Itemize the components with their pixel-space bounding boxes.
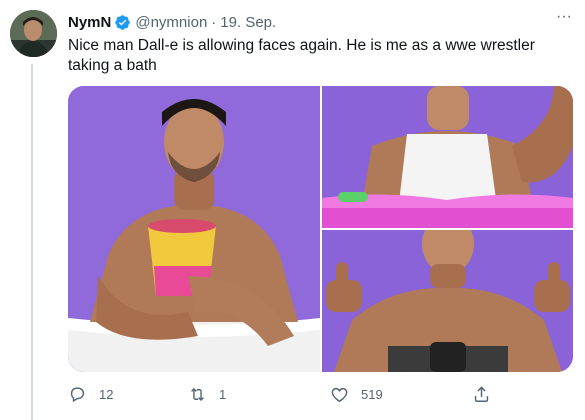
tweet-header: NymN @nymnion · 19. Sep.	[68, 12, 555, 32]
more-options-icon[interactable]: ···	[553, 9, 575, 28]
share-button[interactable]	[472, 382, 503, 406]
retweet-button[interactable]: 1	[188, 382, 226, 406]
share-icon	[474, 385, 489, 402]
retweet-icon	[191, 387, 204, 401]
tweet-actions: 12 1 519	[68, 382, 573, 406]
thread-line	[31, 64, 33, 420]
author-avatar[interactable]	[10, 10, 57, 57]
author-name[interactable]: NymN	[68, 14, 111, 31]
media-photo-3[interactable]	[322, 230, 573, 372]
separator-dot: ·	[211, 13, 217, 31]
like-count: 519	[361, 386, 383, 402]
like-icon	[331, 387, 348, 402]
media-photo-1[interactable]	[68, 86, 320, 372]
reply-count: 12	[99, 386, 114, 402]
like-button[interactable]: 519	[330, 382, 383, 406]
tweet-text: Nice man Dall-e is allowing faces again.…	[68, 37, 535, 74]
reply-icon	[70, 386, 85, 402]
verified-badge-icon	[114, 14, 131, 31]
retweet-count: 1	[219, 386, 227, 402]
reply-button[interactable]: 12	[68, 382, 113, 406]
tweet-date[interactable]: 19. Sep.	[220, 14, 276, 31]
author-handle[interactable]: @nymnion	[135, 14, 207, 31]
media-grid	[68, 86, 573, 372]
media-photo-2[interactable]	[322, 86, 573, 228]
